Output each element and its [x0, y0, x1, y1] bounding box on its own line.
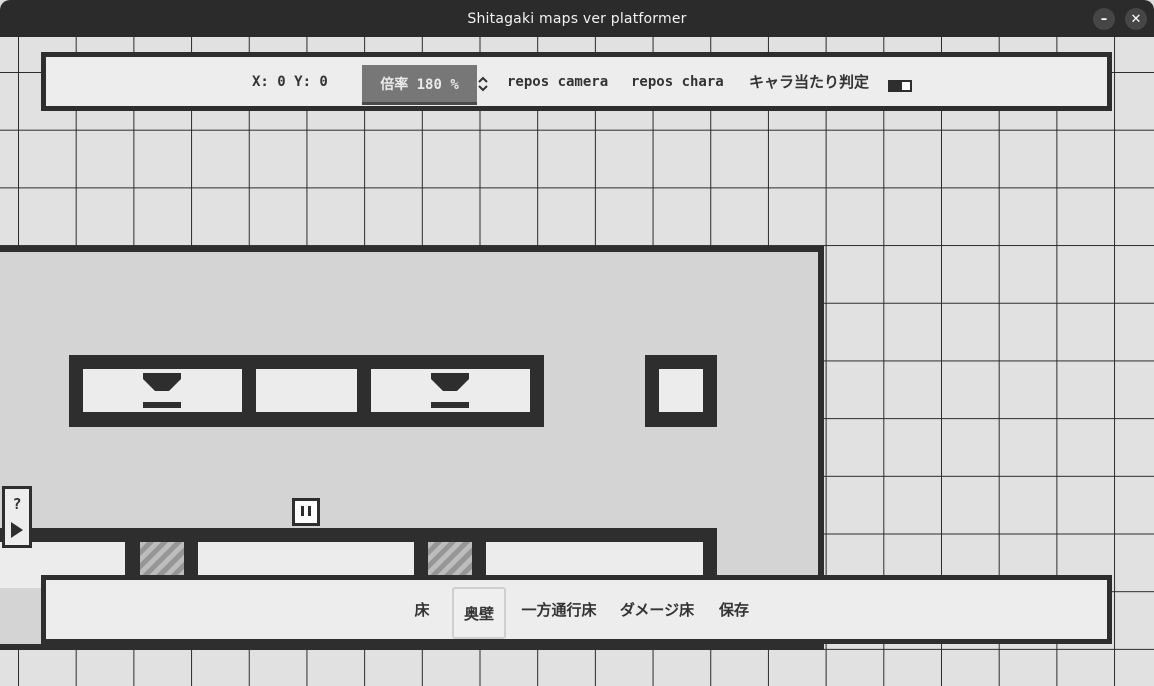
- close-button[interactable]: ✕: [1125, 8, 1147, 30]
- small-window-pane: [659, 369, 703, 412]
- player-character-icon[interactable]: [292, 498, 320, 536]
- ceiling-lamp-icon: [143, 373, 181, 408]
- tool-floor[interactable]: 床: [407, 580, 437, 639]
- tool-one-way-floor[interactable]: 一方通行床: [516, 580, 602, 639]
- repos-chara-button[interactable]: repos chara: [631, 57, 724, 106]
- zoom-display[interactable]: 倍率 180 %: [362, 65, 477, 105]
- tool-back-wall[interactable]: 奥壁: [452, 587, 506, 639]
- window-title: Shitagaki maps ver platformer: [467, 10, 687, 27]
- collision-toggle[interactable]: [888, 80, 912, 92]
- help-panel[interactable]: ?: [2, 486, 32, 548]
- collision-label: キャラ当たり判定: [749, 73, 870, 91]
- title-bar: Shitagaki maps ver platformer – ✕: [0, 0, 1154, 37]
- bottom-toolbar: 床 奥壁 一方通行床 ダメージ床 保存: [41, 575, 1112, 644]
- map-canvas[interactable]: X: 0 Y: 0 倍率 180 % repos camera repos ch…: [0, 37, 1154, 686]
- app-window: Shitagaki maps ver platformer – ✕ X: 0 Y…: [0, 0, 1154, 686]
- toggle-knob: [890, 82, 902, 90]
- close-icon: ✕: [1130, 11, 1142, 27]
- repos-camera-button[interactable]: repos camera: [507, 57, 608, 106]
- zoom-label: 倍率 180 %: [380, 76, 459, 93]
- tool-damage-floor[interactable]: ダメージ床: [614, 580, 700, 639]
- top-toolbar: X: 0 Y: 0 倍率 180 % repos camera repos ch…: [41, 52, 1112, 111]
- minimize-button[interactable]: –: [1093, 8, 1115, 30]
- play-icon[interactable]: [11, 522, 23, 538]
- up-down-chevron-icon[interactable]: [477, 75, 489, 93]
- save-button[interactable]: 保存: [714, 580, 754, 639]
- help-question[interactable]: ?: [5, 495, 29, 513]
- window-pane-middle: [256, 369, 357, 412]
- coords-readout: X: 0 Y: 0: [252, 73, 328, 90]
- ceiling-lamp-icon: [431, 373, 469, 408]
- minus-icon: –: [1100, 11, 1108, 27]
